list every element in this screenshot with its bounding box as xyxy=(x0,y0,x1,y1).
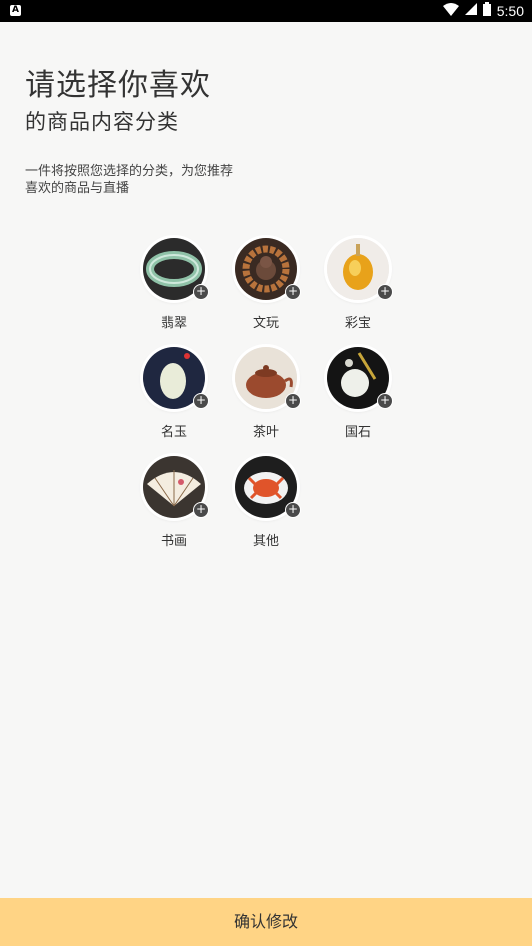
category-label: 书画 xyxy=(160,534,187,549)
category-image[interactable]: + xyxy=(143,238,209,300)
description-line-1: 一件将按照您选择的分类，为您推荐 xyxy=(25,164,234,179)
category-item-caibao[interactable]: + 彩宝 xyxy=(313,238,403,331)
page-description: 一件将按照您选择的分类，为您推荐 喜欢的商品与直播 xyxy=(25,163,265,197)
add-icon[interactable]: + xyxy=(377,393,393,409)
cell-signal-icon xyxy=(464,3,477,19)
status-time: 5:50 xyxy=(496,3,524,19)
status-bar: A 5:50 xyxy=(0,0,532,22)
add-icon[interactable]: + xyxy=(285,393,301,409)
add-icon[interactable]: + xyxy=(285,284,301,300)
category-image[interactable]: + xyxy=(327,347,393,409)
category-item-mingyu[interactable]: + 名玉 xyxy=(129,347,219,440)
page-subtitle: 的商品内容分类 xyxy=(25,110,179,134)
category-item-wenwan[interactable]: + 文玩 xyxy=(221,238,311,331)
app-notification-icon: A xyxy=(10,5,21,16)
category-item-shuhua[interactable]: + 书画 xyxy=(129,456,219,549)
battery-icon xyxy=(482,2,491,20)
add-icon[interactable]: + xyxy=(193,284,209,300)
confirm-button[interactable]: 确认修改 xyxy=(0,898,532,946)
category-image[interactable]: + xyxy=(327,238,393,300)
category-image[interactable]: + xyxy=(143,456,209,518)
category-image[interactable]: + xyxy=(235,347,301,409)
category-label: 茶叶 xyxy=(252,425,279,440)
add-icon[interactable]: + xyxy=(193,393,209,409)
add-icon[interactable]: + xyxy=(285,502,301,518)
category-label: 其他 xyxy=(252,534,279,549)
category-label: 翡翠 xyxy=(160,316,187,331)
category-label: 文玩 xyxy=(252,316,279,331)
category-label: 名玉 xyxy=(160,425,187,440)
category-item-chaye[interactable]: + 茶叶 xyxy=(221,347,311,440)
wifi-icon xyxy=(442,2,459,20)
add-icon[interactable]: + xyxy=(377,284,393,300)
category-label: 彩宝 xyxy=(344,316,371,331)
category-item-feicui[interactable]: + 翡翠 xyxy=(129,238,219,331)
category-item-qita[interactable]: + 其他 xyxy=(221,456,311,549)
category-image[interactable]: + xyxy=(235,238,301,300)
category-label: 国石 xyxy=(344,425,371,440)
page-title: 请选择你喜欢 xyxy=(25,68,211,103)
description-line-2: 喜欢的商品与直播 xyxy=(25,181,130,196)
category-image[interactable]: + xyxy=(143,347,209,409)
category-image[interactable]: + xyxy=(235,456,301,518)
add-icon[interactable]: + xyxy=(193,502,209,518)
category-item-guoshi[interactable]: + 国石 xyxy=(313,347,403,440)
